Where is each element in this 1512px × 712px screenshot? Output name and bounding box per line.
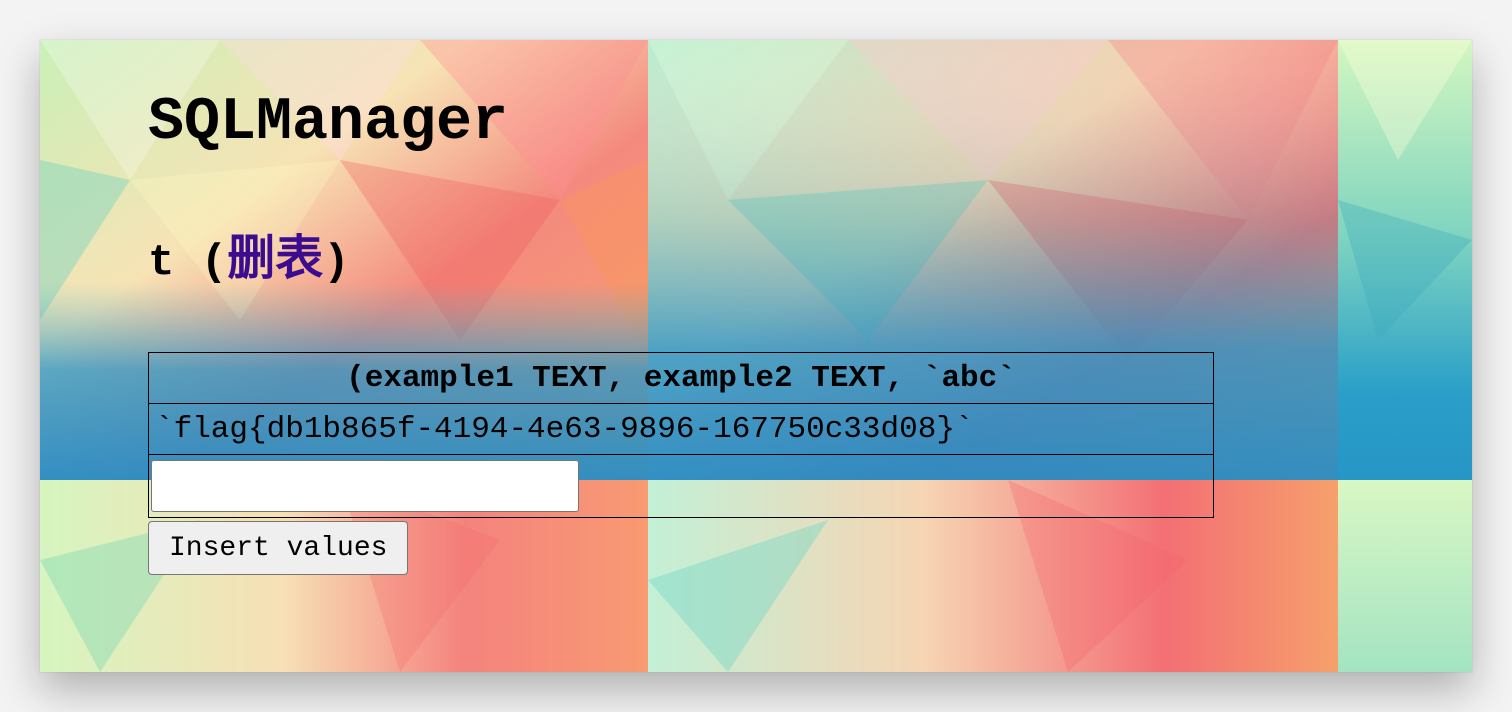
paren-close: ) bbox=[323, 238, 350, 288]
input-row bbox=[148, 454, 1214, 518]
column-header: (example1 TEXT, example2 TEXT, `abc` bbox=[148, 352, 1214, 404]
drop-table-link[interactable]: 删表 bbox=[227, 230, 323, 286]
insert-values-button[interactable]: Insert values bbox=[148, 521, 409, 575]
table-name: t bbox=[148, 238, 175, 288]
paren-open: ( bbox=[174, 238, 228, 288]
value-input[interactable] bbox=[151, 460, 579, 512]
data-table: (example1 TEXT, example2 TEXT, `abc` `fl… bbox=[148, 352, 1214, 518]
page-title: SQLManager bbox=[148, 89, 509, 157]
table-cell: `flag{db1b865f-4194-4e63-9896-167750c33d… bbox=[148, 403, 1214, 455]
input-cell bbox=[148, 454, 1214, 518]
table-header-row: (example1 TEXT, example2 TEXT, `abc` bbox=[148, 352, 1214, 404]
table-row: `flag{db1b865f-4194-4e63-9896-167750c33d… bbox=[148, 403, 1214, 455]
table-heading: t (删表) bbox=[148, 230, 350, 291]
page-content: SQLManager t (删表) (example1 TEXT, exampl… bbox=[148, 40, 1472, 672]
browser-viewport: SQLManager t (删表) (example1 TEXT, exampl… bbox=[40, 40, 1472, 672]
